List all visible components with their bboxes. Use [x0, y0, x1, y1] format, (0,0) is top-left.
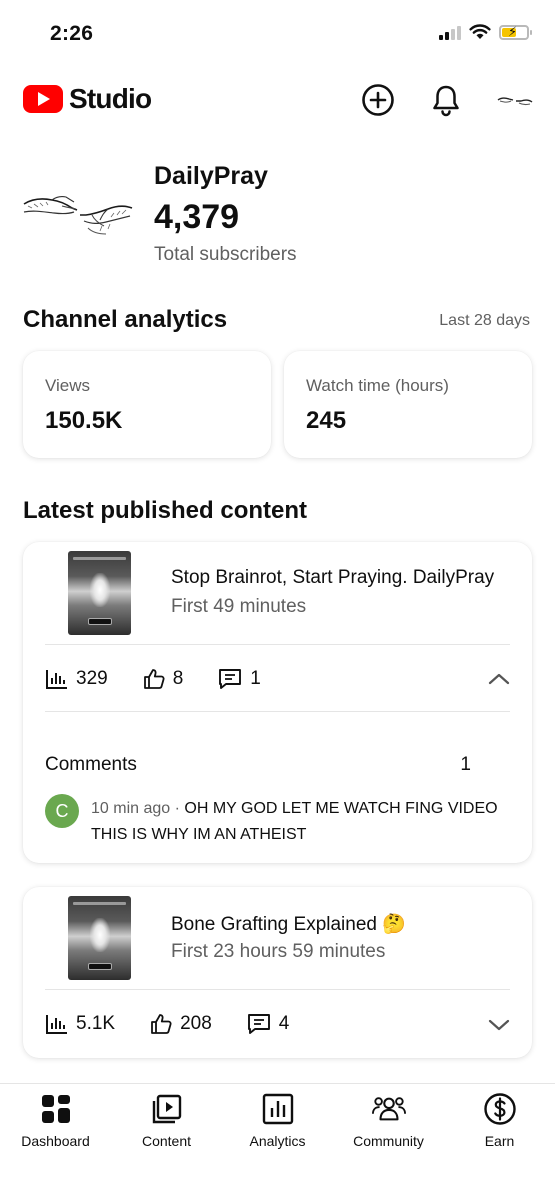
bar-chart-icon — [46, 670, 67, 689]
youtube-play-icon — [23, 85, 63, 113]
nav-analytics[interactable]: Analytics — [222, 1092, 333, 1149]
video-thumbnail — [68, 551, 131, 635]
metric-label: Watch time (hours) — [306, 376, 449, 395]
community-icon — [371, 1092, 406, 1126]
screen: 2:26 ⚡ Studio DailyPray 4,379 Total subs… — [0, 0, 555, 1200]
comment-icon — [219, 669, 242, 689]
analytics-section-title: Channel analytics — [23, 306, 228, 333]
video-title: Bone Grafting Explained 🤔 — [171, 914, 406, 935]
nav-label: Community — [353, 1133, 424, 1149]
nav-dashboard[interactable]: Dashboard — [0, 1092, 111, 1149]
creation-of-adam-image — [23, 196, 133, 235]
metric-value: 150.5K — [45, 407, 123, 434]
chevron-down-icon[interactable] — [487, 1013, 511, 1037]
video-stats: 329 8 1 — [45, 667, 295, 691]
views-count: 329 — [76, 668, 108, 689]
thumbs-up-icon — [143, 669, 165, 689]
video-card[interactable]: Stop Brainrot, Start Praying. DailyPray … — [23, 542, 532, 863]
youtube-studio-logo[interactable]: Studio — [23, 83, 152, 115]
add-circle-icon — [362, 84, 394, 116]
metric-value: 245 — [306, 407, 347, 434]
dashboard-icon — [39, 1092, 73, 1126]
content-icon — [150, 1092, 184, 1126]
comments-stat: 1 — [217, 667, 261, 691]
comments-stat: 4 — [246, 1012, 290, 1036]
comments-count: 4 — [278, 1013, 290, 1034]
channel-avatar[interactable] — [22, 182, 134, 242]
metric-label: Views — [45, 376, 91, 395]
views-stat: 329 — [45, 668, 108, 690]
video-title: Stop Brainrot, Start Praying. DailyPray — [171, 567, 495, 588]
logo-text: Studio — [69, 83, 152, 114]
video-period: First 49 minutes — [171, 596, 307, 617]
channel-name: DailyPray — [154, 162, 268, 190]
analytics-icon — [261, 1092, 295, 1126]
divider — [45, 989, 510, 990]
nav-label: Earn — [484, 1133, 515, 1149]
nav-label: Analytics — [249, 1133, 306, 1149]
bell-icon — [433, 85, 459, 117]
video-period: First 23 hours 59 minutes — [171, 941, 386, 962]
commenter-avatar[interactable]: C — [45, 794, 79, 828]
wifi-icon — [469, 24, 491, 39]
video-thumbnail — [68, 896, 131, 980]
likes-count: 208 — [180, 1013, 212, 1034]
comment-time: 10 min ago · — [91, 800, 185, 817]
chevron-up-icon[interactable] — [487, 667, 511, 691]
earn-icon — [483, 1092, 517, 1126]
watch-time-card[interactable]: Watch time (hours) 245 — [284, 351, 532, 458]
notifications-button[interactable] — [428, 82, 464, 118]
account-avatar[interactable] — [497, 88, 533, 112]
divider — [45, 711, 510, 712]
video-card[interactable]: Bone Grafting Explained 🤔 First 23 hours… — [23, 887, 532, 1058]
bar-chart-icon — [46, 1015, 67, 1034]
status-bar: 2:26 ⚡ — [0, 0, 555, 70]
likes-stat: 208 — [149, 1012, 212, 1036]
comments-heading: Comments — [45, 754, 137, 775]
create-button[interactable] — [360, 82, 396, 118]
subscriber-count: 4,379 — [154, 198, 240, 236]
nav-earn[interactable]: Earn — [444, 1092, 555, 1149]
likes-stat: 8 — [142, 667, 184, 691]
cellular-signal-icon — [439, 24, 461, 40]
nav-label: Dashboard — [21, 1133, 90, 1149]
channel-summary: DailyPray 4,379 Total subscribers — [0, 150, 555, 270]
views-count: 5.1K — [76, 1013, 116, 1034]
bottom-nav: Dashboard Content Analytics Community Ea… — [0, 1083, 555, 1200]
account-avatar-image — [497, 97, 533, 106]
status-time: 2:26 — [50, 22, 94, 45]
latest-content-title: Latest published content — [23, 497, 308, 524]
nav-label: Content — [141, 1133, 192, 1149]
likes-count: 8 — [172, 668, 184, 689]
comments-count: 1 — [250, 668, 261, 689]
video-stats: 5.1K 208 4 — [45, 1012, 323, 1036]
status-icons: ⚡ — [439, 24, 532, 40]
thumbs-up-icon — [151, 1014, 172, 1034]
views-stat: 5.1K — [45, 1013, 115, 1035]
nav-community[interactable]: Community — [333, 1092, 444, 1149]
divider — [45, 644, 510, 645]
subscriber-label: Total subscribers — [154, 244, 297, 265]
nav-content[interactable]: Content — [111, 1092, 222, 1149]
comments-total: 1 — [460, 754, 471, 775]
comment[interactable]: 10 min ago · OH MY GOD LET ME WATCH FING… — [91, 796, 501, 848]
battery-icon: ⚡ — [499, 24, 532, 40]
analytics-range: Last 28 days — [439, 312, 530, 329]
views-card[interactable]: Views 150.5K — [23, 351, 271, 458]
comment-icon — [247, 1014, 270, 1034]
app-header: Studio — [0, 70, 555, 130]
